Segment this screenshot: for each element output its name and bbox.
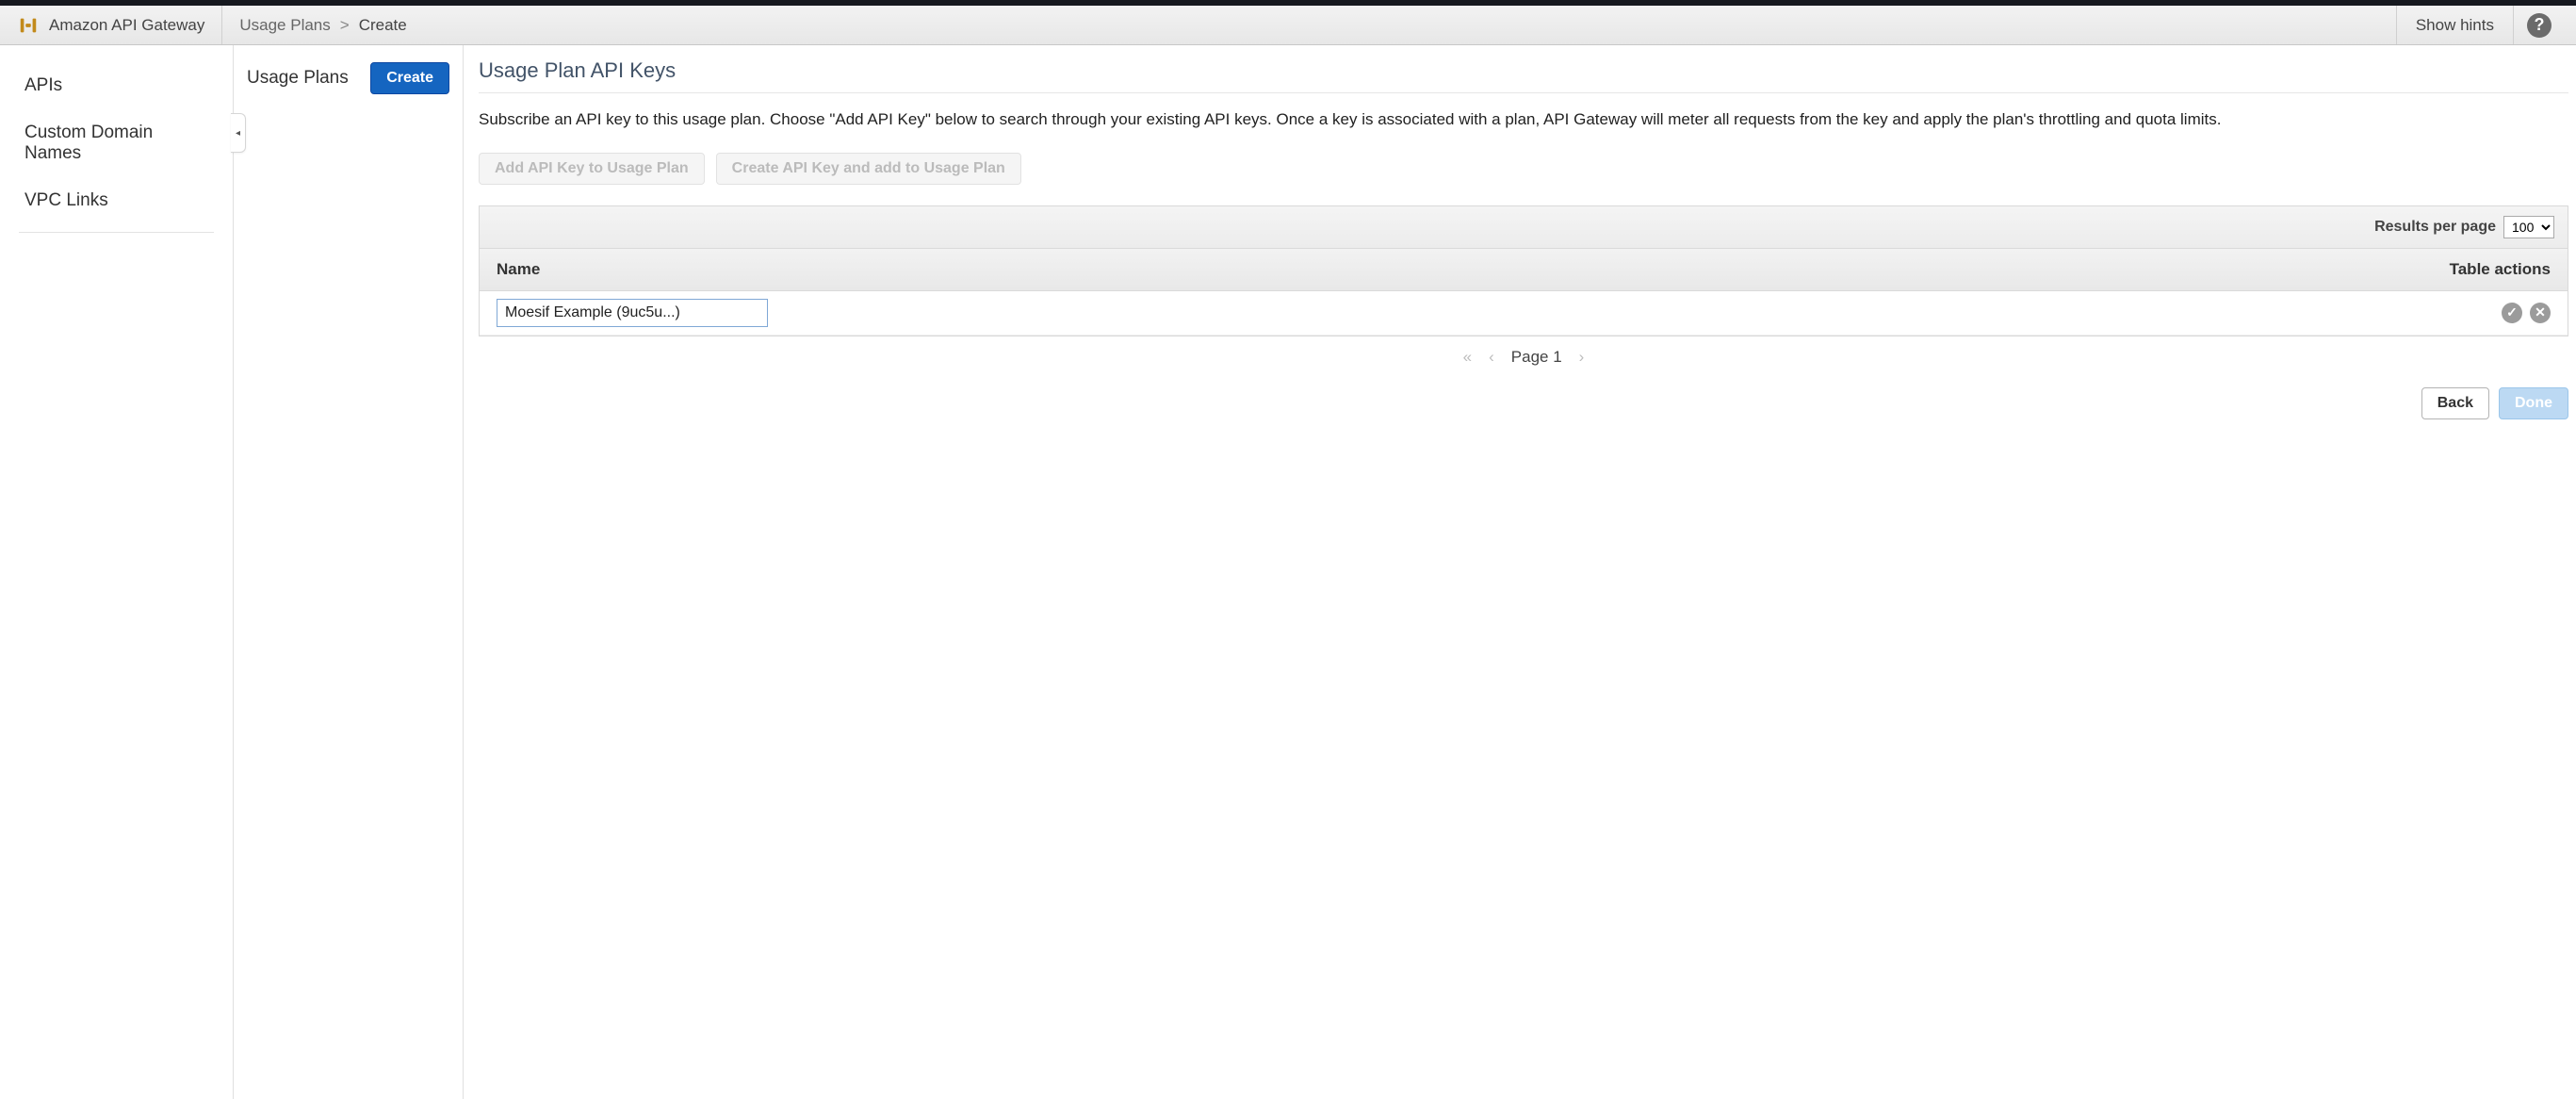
breadcrumb-item-create: Create (359, 16, 407, 35)
back-button[interactable]: Back (2421, 387, 2489, 419)
pager-prev-icon[interactable]: ‹ (1489, 348, 1494, 367)
main-layout: APIs Custom Domain Names VPC Links ◂ Usa… (0, 45, 2576, 1099)
show-hints-button[interactable]: Show hints (2396, 6, 2514, 44)
key-action-row: Add API Key to Usage Plan Create API Key… (479, 153, 2568, 185)
cell-name (497, 299, 2400, 327)
sidebar-item-apis[interactable]: APIs (0, 62, 233, 109)
table-header-row: Name Table actions (480, 249, 2568, 291)
usage-plans-column: Usage Plans Create (234, 45, 464, 1099)
cell-actions: ✓ ✕ (2400, 303, 2551, 323)
sidebar: APIs Custom Domain Names VPC Links ◂ (0, 45, 234, 1099)
title-divider (479, 92, 2568, 93)
table-row: ✓ ✕ (480, 291, 2568, 336)
service-name: Amazon API Gateway (49, 16, 204, 35)
results-per-page-select[interactable]: 100 (2503, 216, 2554, 238)
create-usage-plan-button[interactable]: Create (370, 62, 449, 94)
wizard-footer: Back Done (479, 378, 2568, 419)
usage-plans-header: Usage Plans Create (247, 62, 449, 94)
breadcrumb: Usage Plans > Create (222, 16, 423, 35)
table-toolbar: Results per page 100 (480, 206, 2568, 249)
pager-first-icon[interactable]: « (1463, 348, 1472, 367)
add-api-key-button[interactable]: Add API Key to Usage Plan (479, 153, 705, 185)
sidebar-divider (19, 232, 214, 233)
pager-label: Page 1 (1511, 348, 1562, 367)
done-button[interactable]: Done (2499, 387, 2568, 419)
confirm-icon[interactable]: ✓ (2502, 303, 2522, 323)
results-per-page-label: Results per page (2374, 219, 2496, 236)
help-icon[interactable]: ? (2527, 13, 2552, 38)
api-keys-table: Results per page 100 Name Table actions … (479, 205, 2568, 336)
cancel-icon[interactable]: ✕ (2530, 303, 2551, 323)
api-gateway-icon (17, 14, 40, 37)
breadcrumb-separator: > (340, 16, 350, 35)
col-header-actions: Table actions (2417, 249, 2568, 290)
api-key-name-input[interactable] (497, 299, 768, 327)
page-description: Subscribe an API key to this usage plan.… (479, 108, 2568, 132)
sidebar-item-custom-domain-names[interactable]: Custom Domain Names (0, 109, 233, 177)
content-panel: Usage Plan API Keys Subscribe an API key… (464, 45, 2576, 1099)
breadcrumb-item-usage-plans[interactable]: Usage Plans (239, 16, 330, 35)
top-bar: Amazon API Gateway Usage Plans > Create … (0, 0, 2576, 45)
pager-next-icon[interactable]: › (1579, 348, 1585, 367)
usage-plans-title: Usage Plans (247, 68, 349, 89)
service-block[interactable]: Amazon API Gateway (0, 6, 222, 44)
pager: « ‹ Page 1 › (479, 336, 2568, 378)
sidebar-item-vpc-links[interactable]: VPC Links (0, 177, 233, 224)
sidebar-collapse-handle[interactable]: ◂ (231, 113, 246, 153)
page-title: Usage Plan API Keys (479, 58, 2568, 83)
create-api-key-button[interactable]: Create API Key and add to Usage Plan (716, 153, 1021, 185)
col-header-name: Name (480, 249, 2417, 290)
